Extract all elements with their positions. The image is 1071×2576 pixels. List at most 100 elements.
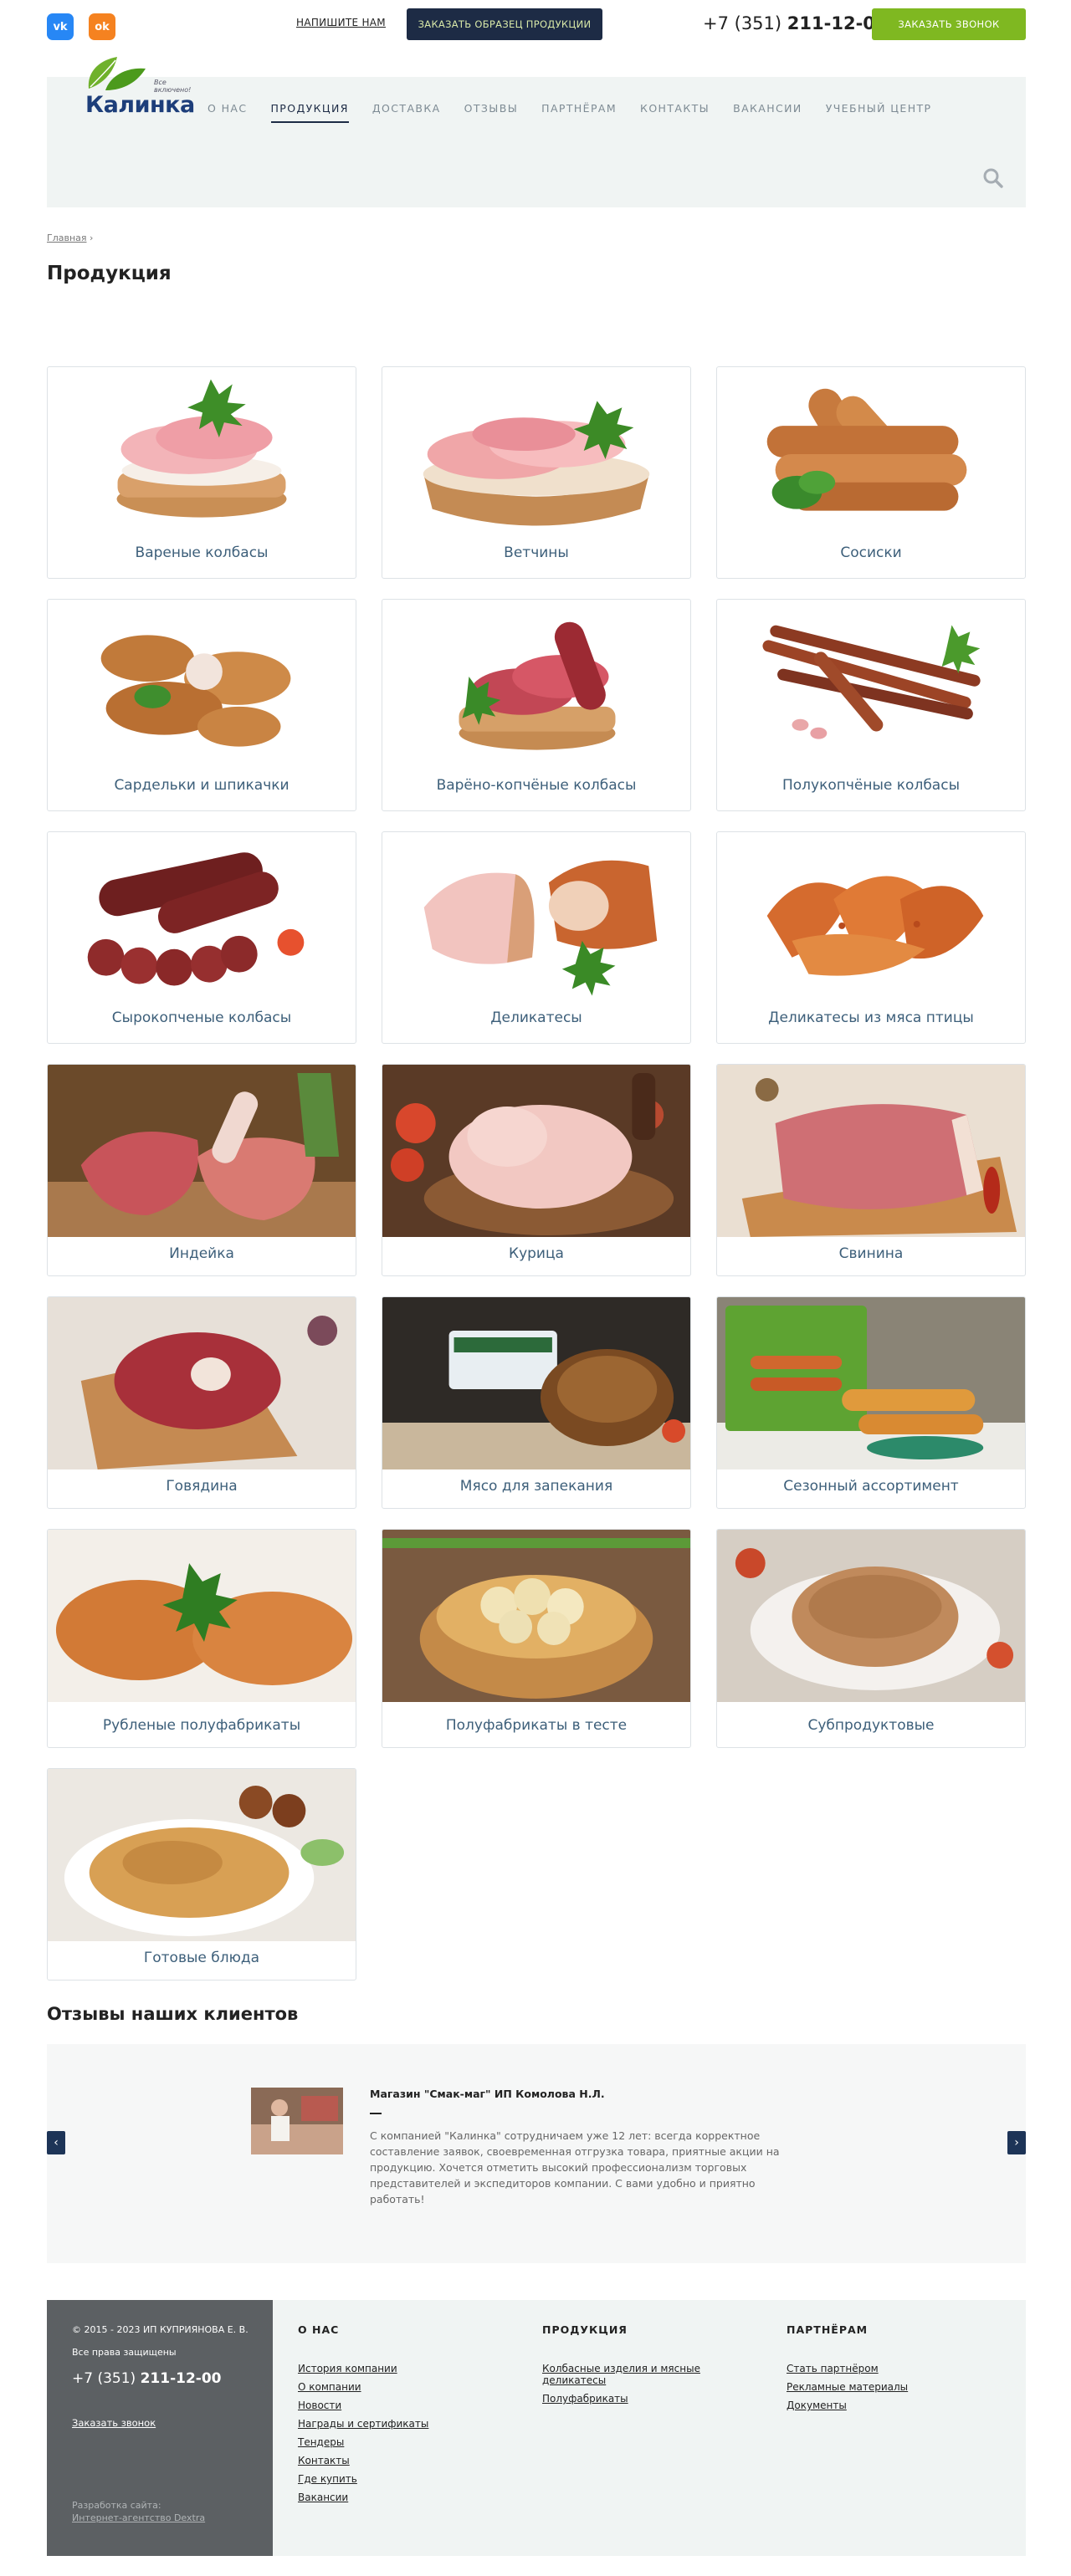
- footer-link[interactable]: Колбасные изделия и мясные деликатесы: [542, 2363, 743, 2386]
- breadcrumb-home[interactable]: Главная: [47, 233, 87, 243]
- review-author: Магазин "Смак-маг" ИП Комолова Н.Л.: [370, 2088, 605, 2100]
- product-card-semi-smoked-sausage[interactable]: Полукопчёные колбасы: [716, 599, 1026, 811]
- product-label: Рубленые полуфабрикаты: [102, 1717, 301, 1734]
- write-us-link[interactable]: НАПИШИТЕ НАМ: [296, 17, 386, 28]
- developer-label: Разработка сайта:: [72, 2500, 161, 2511]
- top-bar: vk ok НАПИШИТЕ НАМ ЗАКАЗАТЬ ОБРАЗЕЦ ПРОД…: [0, 0, 1071, 50]
- vk-icon[interactable]: vk: [47, 13, 74, 40]
- next-arrow-icon[interactable]: ›: [1007, 2131, 1026, 2154]
- product-card-dumplings[interactable]: Полуфабрикаты в тесте: [382, 1529, 691, 1748]
- footer-link[interactable]: История компании: [298, 2363, 428, 2374]
- footer-link[interactable]: Новости: [298, 2400, 428, 2411]
- footer-link[interactable]: Вакансии: [298, 2492, 428, 2503]
- product-card-cutlets[interactable]: Рубленые полуфабрикаты: [47, 1529, 356, 1748]
- footer-column-partners: ПАРТНЁРАМ Стать партнёром Рекламные мате…: [787, 2323, 908, 2418]
- product-label: Индейка: [169, 1245, 234, 1262]
- footer-link[interactable]: Стать партнёром: [787, 2363, 908, 2374]
- product-card-boiled-sausage[interactable]: Вареные колбасы: [47, 366, 356, 579]
- product-label: Свинина: [838, 1245, 904, 1262]
- order-sample-button[interactable]: ЗАКАЗАТЬ ОБРАЗЕЦ ПРОДУКЦИИ: [407, 8, 602, 40]
- footer-link[interactable]: Контакты: [298, 2455, 428, 2466]
- smoked-boiled-sausage-image: [459, 621, 616, 750]
- product-card-ready-meals[interactable]: Готовые блюда: [47, 1768, 356, 1981]
- boiled-sausage-image: [116, 379, 287, 518]
- footer-copyright: © 2015 - 2023 ИП КУПРИЯНОВА Е. В.: [72, 2324, 249, 2335]
- pork-image: [717, 1065, 1025, 1237]
- nav-item-about[interactable]: О НАС: [208, 102, 248, 123]
- product-card-ham[interactable]: Ветчины: [382, 366, 691, 579]
- product-label: Вареные колбасы: [135, 544, 269, 561]
- dumplings-image: [382, 1530, 690, 1702]
- product-card-frankfurters[interactable]: Сосиски: [716, 366, 1026, 579]
- product-label: Субпродуктовые: [807, 1717, 935, 1734]
- footer-link[interactable]: Награды и сертификаты: [298, 2418, 428, 2430]
- product-card-turkey[interactable]: Индейка: [47, 1064, 356, 1276]
- phone-prefix: +7 (351): [703, 13, 782, 33]
- reviews-title: Отзывы наших клиентов: [47, 2004, 299, 2024]
- chicken-image: [382, 1065, 690, 1237]
- leaf-icon: [88, 57, 146, 90]
- beef-image: [48, 1297, 356, 1469]
- search-icon[interactable]: [982, 167, 1004, 189]
- footer-link[interactable]: Тендеры: [298, 2436, 428, 2448]
- offal-image: [717, 1530, 1025, 1702]
- order-call-button[interactable]: ЗАКАЗАТЬ ЗВОНОК: [872, 8, 1026, 40]
- product-card-offal[interactable]: Субпродуктовые: [716, 1529, 1026, 1748]
- footer-callback-link[interactable]: Заказать звонок: [72, 2417, 156, 2429]
- developer-link[interactable]: Интернет-агентство Dextra: [72, 2512, 205, 2523]
- breadcrumb: Главная ›: [47, 233, 93, 243]
- logo[interactable]: Все включено! Калинка: [80, 54, 197, 137]
- logo-tagline-1: Все: [154, 79, 167, 86]
- roast-meat-image: [382, 1297, 690, 1469]
- page-title: Продукция: [47, 263, 172, 284]
- product-card-beef[interactable]: Говядина: [47, 1296, 356, 1509]
- product-card-wieners[interactable]: Сардельки и шпикачки: [47, 599, 356, 811]
- product-card-smoked-boiled-sausage[interactable]: Варёно-копчёные колбасы: [382, 599, 691, 811]
- footer-phone[interactable]: +7 (351) 211-12-00: [72, 2370, 222, 2387]
- nav-item-delivery[interactable]: ДОСТАВКА: [372, 102, 441, 123]
- product-label: Деликатесы из мяса птицы: [768, 1009, 974, 1026]
- nav-item-products[interactable]: ПРОДУКЦИЯ: [270, 102, 349, 123]
- dry-cured-sausage-image: [87, 852, 305, 986]
- site-header: Все включено! Калинка О НАС ПРОДУКЦИЯ ДОС…: [47, 57, 1026, 207]
- product-label: Говядина: [166, 1478, 238, 1495]
- product-label: Полукопчёные колбасы: [781, 777, 960, 794]
- nav-item-training[interactable]: УЧЕБНЫЙ ЦЕНТР: [826, 102, 932, 123]
- product-card-poultry-delicacies[interactable]: Деликатесы из мяса птицы: [716, 831, 1026, 1044]
- prev-arrow-icon[interactable]: ‹: [47, 2131, 65, 2154]
- cutlets-image: [48, 1530, 356, 1702]
- product-label: Варёно-копчёные колбасы: [436, 777, 637, 794]
- nav-item-reviews[interactable]: ОТЗЫВЫ: [464, 102, 519, 123]
- product-card-dry-cured-sausage[interactable]: Сырокопченые колбасы: [47, 831, 356, 1044]
- footer-link[interactable]: Рекламные материалы: [787, 2381, 908, 2393]
- footer-link[interactable]: Полуфабрикаты: [542, 2393, 743, 2405]
- footer-link[interactable]: Документы: [787, 2400, 908, 2411]
- footer: © 2015 - 2023 ИП КУПРИЯНОВА Е. В. Все пр…: [47, 2300, 1026, 2556]
- odnoklassniki-icon[interactable]: ok: [89, 13, 115, 40]
- footer-column-products: ПРОДУКЦИЯ Колбасные изделия и мясные дел…: [542, 2323, 743, 2411]
- product-card-seasonal[interactable]: Сезонный ассортимент: [716, 1296, 1026, 1509]
- product-label: Ветчины: [504, 544, 569, 561]
- ready-meals-image: [48, 1769, 356, 1941]
- turkey-image: [48, 1065, 356, 1237]
- frankfurters-image: [766, 388, 967, 511]
- product-label: Сырокопченые колбасы: [111, 1009, 292, 1026]
- header-phone[interactable]: +7 (351) 211-12-00: [703, 13, 888, 33]
- semi-smoked-sausage-image: [762, 625, 981, 739]
- footer-link[interactable]: Где купить: [298, 2473, 428, 2485]
- footer-developer: Разработка сайта: Интернет-агентство Dex…: [72, 2499, 205, 2524]
- product-label: Сезонный ассортимент: [783, 1478, 959, 1495]
- footer-info-panel: © 2015 - 2023 ИП КУПРИЯНОВА Е. В. Все пр…: [47, 2300, 273, 2556]
- product-card-delicacies[interactable]: Деликатесы: [382, 831, 691, 1044]
- seasonal-image: [717, 1297, 1025, 1469]
- nav-item-contacts[interactable]: КОНТАКТЫ: [640, 102, 710, 123]
- nav-item-vacancies[interactable]: ВАКАНСИИ: [733, 102, 802, 123]
- footer-link[interactable]: О компании: [298, 2381, 428, 2393]
- product-card-chicken[interactable]: Курица: [382, 1064, 691, 1276]
- product-card-roast-meat[interactable]: Мясо для запекания: [382, 1296, 691, 1509]
- nav-item-partners[interactable]: ПАРТНЁРАМ: [541, 102, 617, 123]
- review-photo: [251, 2088, 343, 2154]
- product-card-pork[interactable]: Свинина: [716, 1064, 1026, 1276]
- product-label: Курица: [509, 1245, 564, 1262]
- poultry-delicacies-image: [766, 876, 984, 976]
